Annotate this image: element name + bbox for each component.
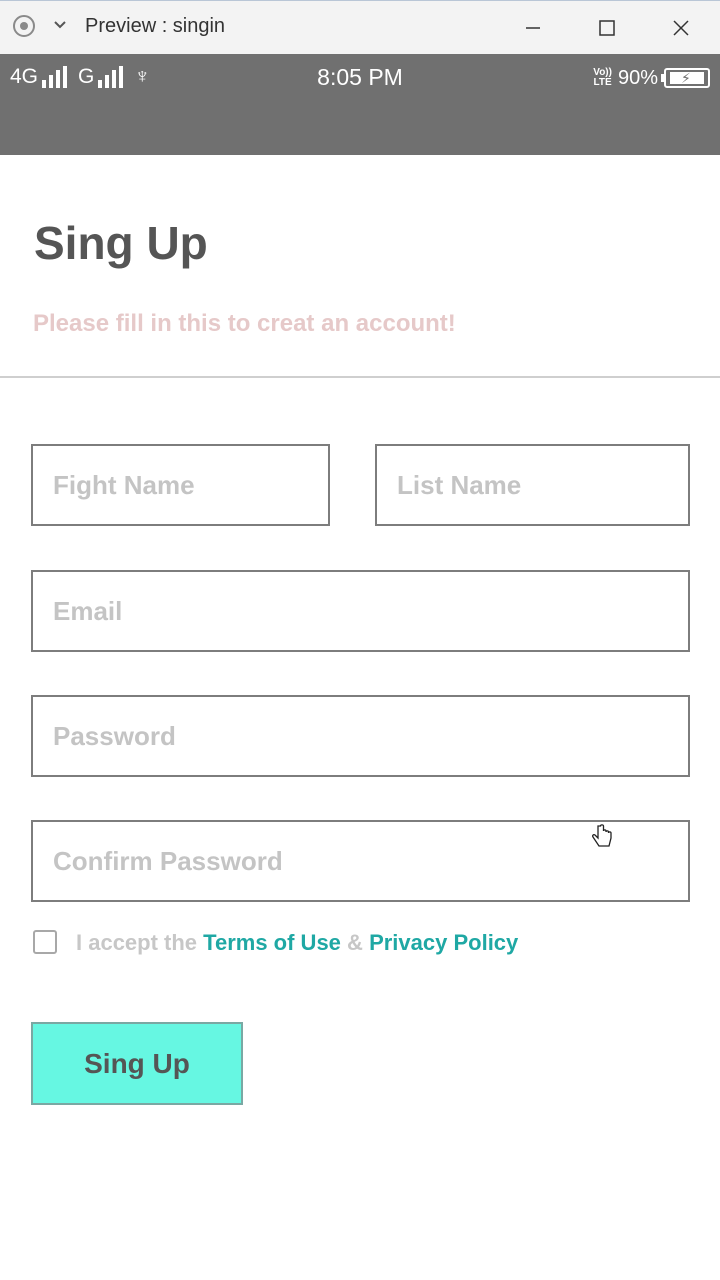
window-title-bar: Preview : singin — [0, 0, 720, 54]
status-right: Vo)) LTE 90% ⚡ — [593, 63, 710, 93]
battery-icon: ⚡ — [661, 68, 710, 88]
email-input[interactable] — [31, 570, 690, 652]
page-subtitle: Please fill in this to creat an account! — [33, 310, 456, 337]
first-name-input[interactable] — [31, 444, 330, 526]
password-input[interactable] — [31, 695, 690, 777]
chevron-down-icon[interactable] — [52, 17, 68, 33]
hand-cursor-icon — [592, 824, 612, 847]
maximize-icon[interactable] — [592, 13, 622, 43]
terms-text: I accept the Terms of Use & Privacy Poli… — [76, 930, 519, 955]
close-icon[interactable] — [666, 13, 696, 43]
terms-of-use-link[interactable]: Terms of Use — [203, 930, 341, 955]
terms-checkbox[interactable] — [33, 930, 57, 954]
record-icon[interactable] — [13, 15, 35, 37]
minimize-icon[interactable] — [518, 13, 548, 43]
window-title: Preview : singin — [85, 15, 226, 37]
divider — [0, 376, 720, 378]
phone-status-bar: 4G G ♆ 8:05 PM Vo)) LTE 90% ⚡ — [0, 54, 720, 155]
last-name-input[interactable] — [375, 444, 690, 526]
sign-up-button[interactable]: Sing Up — [31, 1022, 243, 1105]
privacy-policy-link[interactable]: Privacy Policy — [369, 930, 518, 955]
charging-bolt-icon: ⚡ — [681, 70, 691, 86]
volte-icon: Vo)) LTE — [593, 67, 612, 88]
page-title: Sing Up — [34, 217, 208, 269]
battery-percent: 90% — [617, 66, 658, 89]
